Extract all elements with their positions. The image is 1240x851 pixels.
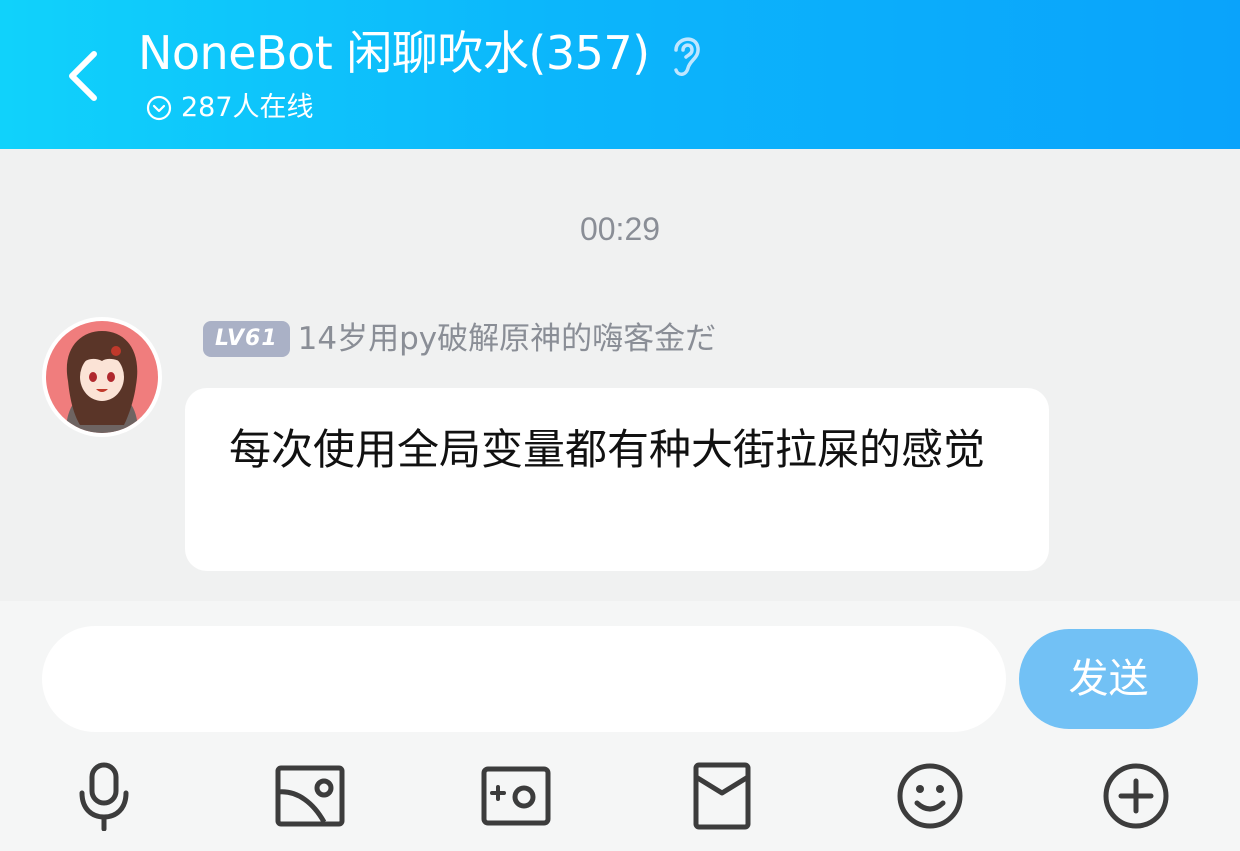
level-badge: LV61 — [203, 321, 290, 357]
chat-header: NoneBot 闲聊吹水(357) 287人在线 — [0, 0, 1240, 149]
message-sender[interactable]: LV61 14岁用py破解原神的嗨客金だ — [203, 319, 716, 359]
avatar-image — [46, 321, 158, 433]
microphone-icon — [79, 762, 129, 831]
message-text: 每次使用全局变量都有种大街拉屎的感觉 — [229, 425, 986, 474]
red-packet-icon — [693, 762, 751, 830]
group-title-area[interactable]: NoneBot 闲聊吹水(357) — [138, 22, 706, 84]
message-bubble[interactable]: 每次使用全局变量都有种大街拉屎的感觉 — [185, 388, 1049, 571]
message-list[interactable]: 00:29 LV61 14岁用py破解原神的嗨客金だ 每次使用全局变量都有种大街… — [0, 149, 1240, 601]
group-title: NoneBot 闲聊吹水(357) — [138, 26, 650, 80]
emoji-button[interactable] — [892, 758, 968, 834]
more-button[interactable] — [1098, 758, 1174, 834]
sender-nickname: 14岁用py破解原神的嗨客金だ — [297, 321, 717, 357]
camera-icon — [481, 766, 551, 826]
avatar[interactable] — [42, 317, 162, 437]
chevron-left-icon — [69, 51, 97, 101]
message-input[interactable] — [42, 626, 1006, 732]
red-packet-button[interactable] — [684, 758, 760, 834]
online-status[interactable]: 287人在线 — [145, 90, 314, 126]
image-icon — [275, 765, 345, 827]
ear-icon[interactable] — [666, 30, 706, 80]
camera-button[interactable] — [478, 758, 554, 834]
send-button[interactable]: 发送 — [1019, 629, 1198, 729]
back-button[interactable] — [58, 46, 108, 106]
chevron-down-circle-icon — [146, 95, 172, 121]
input-bar: 发送 — [0, 601, 1240, 851]
plus-icon — [1103, 763, 1169, 829]
message-timestamp: 00:29 — [579, 211, 661, 247]
emoji-icon — [897, 763, 963, 829]
online-count: 287人在线 — [181, 92, 314, 123]
voice-button[interactable] — [66, 758, 142, 834]
image-button[interactable] — [272, 758, 348, 834]
